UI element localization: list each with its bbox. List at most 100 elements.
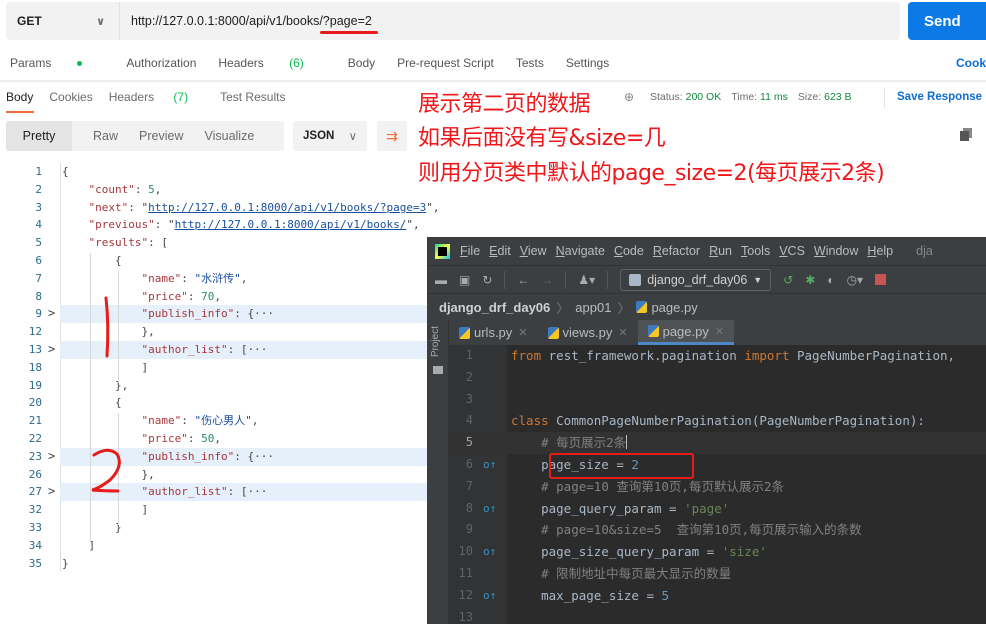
code-text: class CommonPageNumberPagination(PageNum… <box>511 413 925 429</box>
tab-params[interactable]: Params <box>10 56 104 70</box>
tab-pre-request-script[interactable]: Pre-request Script <box>397 56 494 70</box>
code-text: # 每页展示2条 <box>541 435 628 451</box>
menu-view[interactable]: View <box>520 244 547 258</box>
forward-icon[interactable]: → <box>541 273 553 287</box>
menu-window[interactable]: Window <box>814 244 858 258</box>
menu-file[interactable]: File <box>460 244 480 258</box>
format-select[interactable]: JSON ∨ <box>293 121 367 151</box>
tab-views-py[interactable]: views.py ✕ <box>538 320 638 345</box>
view-preview[interactable]: Preview <box>139 129 183 143</box>
response-status: Status: 200 OK Time: 11 ms Size: 623 B <box>650 91 852 103</box>
line-number: 8 <box>35 289 42 303</box>
line-number: 5 <box>35 236 42 250</box>
url-link[interactable]: http://127.0.0.1:8000/api/v1/books/?page… <box>148 201 426 214</box>
tab-response-cookies[interactable]: Cookies <box>49 90 92 104</box>
tab-test-results[interactable]: Test Results <box>220 90 285 104</box>
tab-urls-py[interactable]: urls.py ✕ <box>449 320 538 345</box>
code-text: }, <box>62 325 155 339</box>
breadcrumb-project[interactable]: django_drf_day06 <box>439 300 550 315</box>
close-icon[interactable]: ✕ <box>715 325 724 338</box>
cookies-link[interactable]: Cook <box>956 56 986 70</box>
menu-help[interactable]: Help <box>867 244 893 258</box>
tab-body[interactable]: Body <box>348 56 375 70</box>
code-text: page_size_query_param = 'size' <box>511 544 767 560</box>
menu-edit[interactable]: Edit <box>489 244 511 258</box>
view-pretty[interactable]: Pretty <box>6 121 72 151</box>
line-number: 20 <box>28 396 42 410</box>
tab-headers[interactable]: Headers (6) <box>218 56 325 70</box>
menu-code[interactable]: Code <box>614 244 644 258</box>
fold-chevron-icon[interactable]: > <box>48 448 55 466</box>
editor-line: 12 o↑ max_page_size = 5 <box>449 585 986 607</box>
globe-icon[interactable]: ⊕ <box>624 90 634 104</box>
menu-navigate[interactable]: Navigate <box>556 244 605 258</box>
save-icon[interactable]: ▣ <box>459 273 470 287</box>
request-tabs: Params Authorization Headers (6) Body Pr… <box>10 56 631 70</box>
override-marker-icon[interactable]: o↑ <box>483 454 496 476</box>
profile-icon[interactable]: ◷▾ <box>847 273 864 287</box>
indent-guide <box>90 253 91 543</box>
menu-vcs[interactable]: VCS <box>779 244 805 258</box>
python-file-icon <box>547 326 559 339</box>
line-number: 2 <box>35 182 42 196</box>
open-folder-icon[interactable]: ▬ <box>435 273 447 287</box>
url-input[interactable]: http://127.0.0.1:8000/api/v1/books/?page… <box>120 14 372 28</box>
tab-response-headers[interactable]: Headers (7) <box>109 90 204 104</box>
menu-run[interactable]: Run <box>709 244 732 258</box>
editor-line: 8 o↑ page_query_param = 'page' <box>449 498 986 520</box>
fold-chevron-icon[interactable]: > <box>48 341 55 359</box>
line-number: 27 <box>28 485 42 499</box>
fold-chevron-icon[interactable]: > <box>48 305 55 323</box>
divider <box>884 88 885 108</box>
code-text: } <box>62 556 69 570</box>
tab-settings[interactable]: Settings <box>566 56 609 70</box>
coverage-icon[interactable]: ◐ <box>827 273 834 287</box>
view-raw[interactable]: Raw <box>93 129 118 143</box>
pycharm-logo-icon <box>435 243 450 259</box>
code-text: # 限制地址中每页最大显示的数量 <box>541 565 732 581</box>
breadcrumb-folder[interactable]: app01 <box>575 300 611 315</box>
line-number: 34 <box>28 538 42 552</box>
line-number: 11 <box>458 565 473 580</box>
line-number: 9 <box>465 522 473 537</box>
back-icon[interactable]: ← <box>517 273 529 287</box>
menu-refactor[interactable]: Refactor <box>653 244 700 258</box>
annotation-text: 如果后面没有写&size=几 <box>418 126 666 151</box>
code-text: from rest_framework.pagination import Pa… <box>511 348 956 363</box>
menu-tools[interactable]: Tools <box>741 244 770 258</box>
project-tool-window[interactable]: Project <box>427 320 449 624</box>
tab-authorization[interactable]: Authorization <box>126 56 196 70</box>
tab-response-body[interactable]: Body <box>6 90 33 104</box>
line-number: 7 <box>465 478 473 493</box>
method-select[interactable]: GET ∨ <box>6 2 120 40</box>
vcs-user-icon[interactable]: ♟▾ <box>578 273 595 287</box>
override-marker-icon[interactable]: o↑ <box>483 498 496 520</box>
pycharm-window: File Edit View Navigate Code Refactor Run Tools… <box>427 237 986 624</box>
breadcrumb-file[interactable]: page.py <box>651 300 697 315</box>
close-icon[interactable]: ✕ <box>618 326 627 339</box>
editor-line: 3 <box>449 389 986 411</box>
wrap-lines-icon[interactable]: ⇉ <box>377 121 407 151</box>
close-icon[interactable]: ✕ <box>518 326 527 339</box>
send-button[interactable]: Send <box>908 2 986 40</box>
override-marker-icon[interactable]: o↑ <box>483 585 496 607</box>
stop-icon[interactable] <box>875 274 887 285</box>
fold-chevron-icon[interactable]: > <box>48 483 55 501</box>
line-number: 32 <box>28 503 42 517</box>
tab-page-py[interactable]: page.py ✕ <box>637 320 735 345</box>
annotation-text: 则用分页类中默认的page_size=2(每页展示2条) <box>418 161 885 186</box>
params-indicator <box>77 61 83 67</box>
copy-icon[interactable] <box>960 128 972 141</box>
run-config-select[interactable]: django_drf_day06 ▼ <box>620 268 772 291</box>
save-response-button[interactable]: Save Response <box>897 91 982 103</box>
override-marker-icon[interactable]: o↑ <box>483 541 496 563</box>
url-link[interactable]: http://127.0.0.1:8000/api/v1/books/ <box>175 218 407 231</box>
chevron-down-icon: ∨ <box>96 15 105 28</box>
sync-icon[interactable]: ↻ <box>482 273 492 287</box>
line-number: 7 <box>35 271 42 285</box>
rerun-icon[interactable]: ↺ <box>783 273 793 287</box>
tab-tests[interactable]: Tests <box>516 56 544 70</box>
debug-icon[interactable]: ✱ <box>805 273 815 287</box>
view-visualize[interactable]: Visualize <box>204 129 254 143</box>
editor[interactable]: 1 from rest_framework.pagination import P… <box>449 345 986 624</box>
